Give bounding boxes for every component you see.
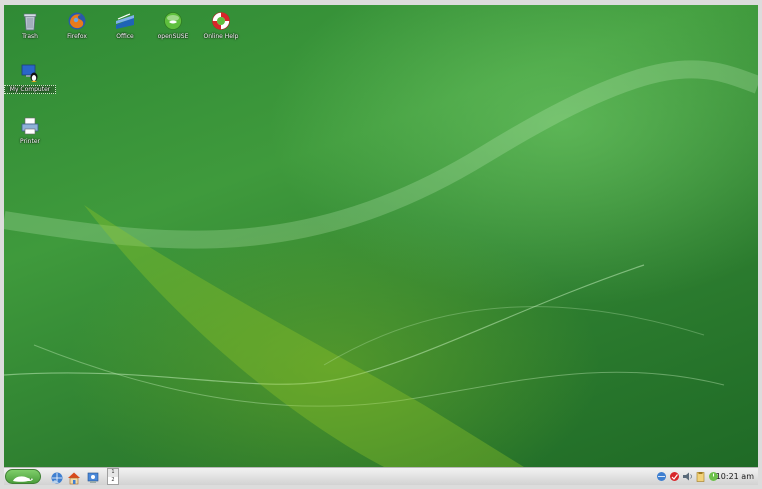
online-help-label: Online Help <box>203 33 239 40</box>
office-desktop-icon[interactable]: Office <box>99 11 151 40</box>
pager-desktop-1[interactable]: 1 <box>108 469 118 477</box>
start-menu-button[interactable] <box>5 469 41 484</box>
trash-desktop-icon[interactable]: Trash <box>4 11 56 40</box>
quicklaunch-home-button[interactable] <box>67 470 81 489</box>
wallpaper-waves <box>4 60 758 467</box>
firefox-desktop-icon[interactable]: Firefox <box>51 11 103 40</box>
trash-label: Trash <box>22 33 38 40</box>
quicklaunch-network-button[interactable] <box>50 470 64 489</box>
trash-icon <box>23 13 37 31</box>
clipboard-icon[interactable] <box>695 471 706 482</box>
taskbar: 1 2 10:21 am <box>4 467 758 485</box>
desktop-pager: 1 2 <box>107 468 119 485</box>
pager-desktop-2[interactable]: 2 <box>108 477 118 485</box>
printer-label: Printer <box>20 138 40 145</box>
printer-desktop-icon[interactable]: Printer <box>4 116 56 145</box>
home-folder-icon <box>68 472 80 485</box>
my-computer-label: My Computer <box>4 85 56 94</box>
network-manager-icon[interactable] <box>656 471 667 482</box>
printer-icon <box>21 117 39 135</box>
office-icon <box>116 13 134 29</box>
updater-icon[interactable] <box>669 471 680 482</box>
control-center-icon <box>87 472 99 483</box>
computer-tux-icon <box>21 64 38 82</box>
firefox-label: Firefox <box>67 33 87 40</box>
opensuse-desktop-icon[interactable]: openSUSE <box>147 11 199 40</box>
network-icon <box>51 472 63 484</box>
opensuse-label: openSUSE <box>157 33 189 40</box>
opensuse-gecko-icon <box>13 476 33 482</box>
audio-icon[interactable] <box>682 471 693 482</box>
office-label: Office <box>116 33 134 40</box>
desktop-background[interactable]: Trash Firefox Office openSUSE Online Hel… <box>4 5 758 467</box>
lifebuoy-help-icon <box>212 12 230 30</box>
firefox-icon <box>68 12 86 30</box>
online-help-desktop-icon[interactable]: Online Help <box>195 11 247 40</box>
quicklaunch-control-center-button[interactable] <box>86 470 100 489</box>
my-computer-desktop-icon[interactable]: My Computer <box>4 63 56 94</box>
clock[interactable]: 10:21 am <box>716 471 754 483</box>
opensuse-icon <box>164 12 182 30</box>
